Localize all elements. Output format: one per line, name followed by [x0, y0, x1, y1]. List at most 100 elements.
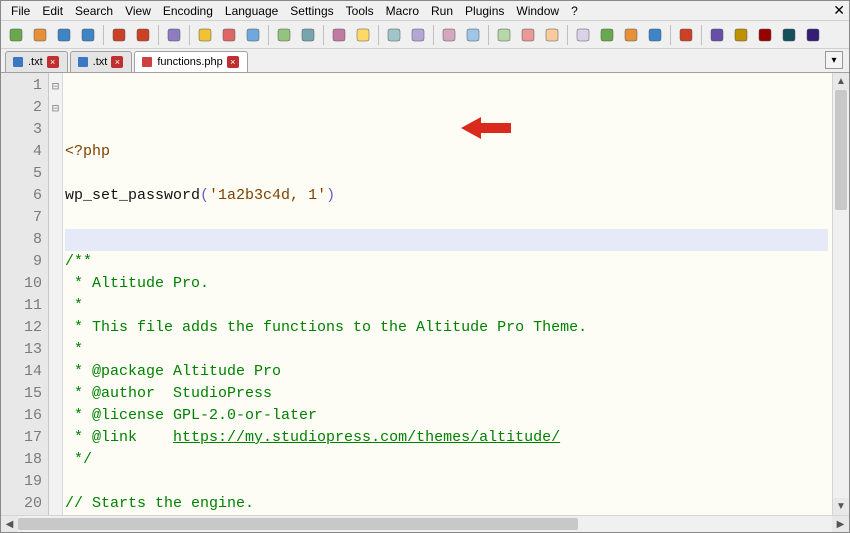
new-file-icon[interactable]	[5, 24, 27, 46]
folder-icon[interactable]	[644, 24, 666, 46]
menu-run[interactable]: Run	[425, 2, 459, 20]
save-all-icon[interactable]	[77, 24, 99, 46]
close-icon[interactable]	[108, 24, 130, 46]
redo-icon[interactable]	[297, 24, 319, 46]
code-line[interactable]: * @license GPL-2.0-or-later	[65, 405, 828, 427]
menu-language[interactable]: Language	[219, 2, 284, 20]
close-all-icon[interactable]	[132, 24, 154, 46]
show-all-chars-icon[interactable]	[517, 24, 539, 46]
print-icon[interactable]	[163, 24, 185, 46]
zoom-in-icon[interactable]	[383, 24, 405, 46]
sync-h-icon[interactable]	[462, 24, 484, 46]
menu-help[interactable]: ?	[565, 2, 584, 20]
line-number: 5	[3, 163, 42, 185]
sync-v-icon[interactable]	[438, 24, 460, 46]
code-line[interactable]: /**	[65, 251, 828, 273]
indent-guide-icon[interactable]	[541, 24, 563, 46]
vertical-scroll-thumb[interactable]	[835, 90, 847, 210]
fold-toggle-icon[interactable]: ⊟	[49, 75, 62, 97]
menu-encoding[interactable]: Encoding	[157, 2, 219, 20]
code-line[interactable]: * @package Altitude Pro	[65, 361, 828, 383]
zoom-out-icon[interactable]	[407, 24, 429, 46]
code-line[interactable]: * Altitude Pro.	[65, 273, 828, 295]
menu-search[interactable]: Search	[69, 2, 119, 20]
code-line[interactable]: // Starts the engine.	[65, 493, 828, 515]
play-icon[interactable]	[754, 24, 776, 46]
file-icon	[77, 56, 89, 68]
stop-icon[interactable]	[730, 24, 752, 46]
toolbar-separator	[103, 25, 104, 45]
vertical-scrollbar[interactable]: ▲ ▼	[832, 73, 849, 515]
file-icon	[141, 56, 153, 68]
copy-icon[interactable]	[218, 24, 240, 46]
code-line[interactable]: wp_set_password('1a2b3c4d, 1')	[65, 185, 828, 207]
code-line[interactable]	[65, 207, 828, 229]
undo-icon[interactable]	[273, 24, 295, 46]
toolbar-separator	[670, 25, 671, 45]
replace-icon[interactable]	[352, 24, 374, 46]
word-wrap-icon[interactable]	[493, 24, 515, 46]
tab-close-icon[interactable]: ×	[227, 56, 239, 68]
tab-txt[interactable]: .txt ×	[5, 51, 68, 72]
fold-column[interactable]: ⊟⊟	[49, 73, 63, 515]
line-number: 19	[3, 471, 42, 493]
tab-close-icon[interactable]: ×	[47, 56, 59, 68]
menu-view[interactable]: View	[119, 2, 157, 20]
code-line[interactable]: *	[65, 295, 828, 317]
line-number: 13	[3, 339, 42, 361]
code-line[interactable]: * This file adds the functions to the Al…	[65, 317, 828, 339]
open-icon[interactable]	[29, 24, 51, 46]
code-line[interactable]: * @author StudioPress	[65, 383, 828, 405]
cut-icon[interactable]	[194, 24, 216, 46]
menu-settings[interactable]: Settings	[284, 2, 339, 20]
scroll-left-icon[interactable]: ◀	[1, 516, 18, 532]
menu-tools[interactable]: Tools	[340, 2, 380, 20]
window-close-icon[interactable]: ✕	[833, 2, 845, 19]
toolbar-separator	[567, 25, 568, 45]
fold-toggle-icon[interactable]: ⊟	[49, 97, 62, 119]
line-number: 8	[3, 229, 42, 251]
tab-label: .txt	[28, 56, 43, 68]
paste-icon[interactable]	[242, 24, 264, 46]
tab-bar: .txt×.txt×functions.php× ▾	[1, 49, 849, 73]
tab-close-icon[interactable]: ×	[111, 56, 123, 68]
line-number: 4	[3, 141, 42, 163]
monitor-icon[interactable]	[675, 24, 697, 46]
menu-window[interactable]: Window	[510, 2, 565, 20]
menu-edit[interactable]: Edit	[36, 2, 69, 20]
toolbar-separator	[433, 25, 434, 45]
tab-functionsphp[interactable]: functions.php×	[134, 51, 247, 72]
toolbar-separator	[701, 25, 702, 45]
line-number-gutter: 123456789101112131415161718192021	[1, 73, 49, 515]
toolbar-separator	[268, 25, 269, 45]
code-area[interactable]: <?php wp_set_password('1a2b3c4d, 1') /** *…	[63, 73, 832, 515]
scroll-up-icon[interactable]: ▲	[833, 73, 849, 90]
tab-txt[interactable]: .txt×	[70, 51, 133, 72]
horizontal-scrollbar[interactable]: ◀ ▶	[1, 515, 849, 532]
horizontal-scroll-thumb[interactable]	[18, 518, 578, 530]
code-line[interactable]	[65, 229, 828, 251]
func-list-icon[interactable]	[620, 24, 642, 46]
menu-macro[interactable]: Macro	[380, 2, 425, 20]
scroll-right-icon[interactable]: ▶	[832, 516, 849, 532]
menu-file[interactable]: File	[5, 2, 36, 20]
code-line[interactable]: <?php	[65, 141, 828, 163]
toolbar-separator	[323, 25, 324, 45]
code-line[interactable]: */	[65, 449, 828, 471]
play-multi-icon[interactable]	[778, 24, 800, 46]
code-line[interactable]	[65, 163, 828, 185]
code-line[interactable]: * @link https://my.studiopress.com/theme…	[65, 427, 828, 449]
code-line[interactable]: *	[65, 339, 828, 361]
find-icon[interactable]	[328, 24, 350, 46]
tab-overflow-button[interactable]: ▾	[825, 51, 843, 69]
doc-map-icon[interactable]	[596, 24, 618, 46]
code-line[interactable]	[65, 471, 828, 493]
record-icon[interactable]	[706, 24, 728, 46]
save-icon[interactable]	[53, 24, 75, 46]
line-number: 12	[3, 317, 42, 339]
menu-plugins[interactable]: Plugins	[459, 2, 510, 20]
scroll-down-icon[interactable]: ▼	[833, 498, 849, 515]
lang-icon[interactable]	[572, 24, 594, 46]
line-number: 11	[3, 295, 42, 317]
save-macro-icon[interactable]	[802, 24, 824, 46]
